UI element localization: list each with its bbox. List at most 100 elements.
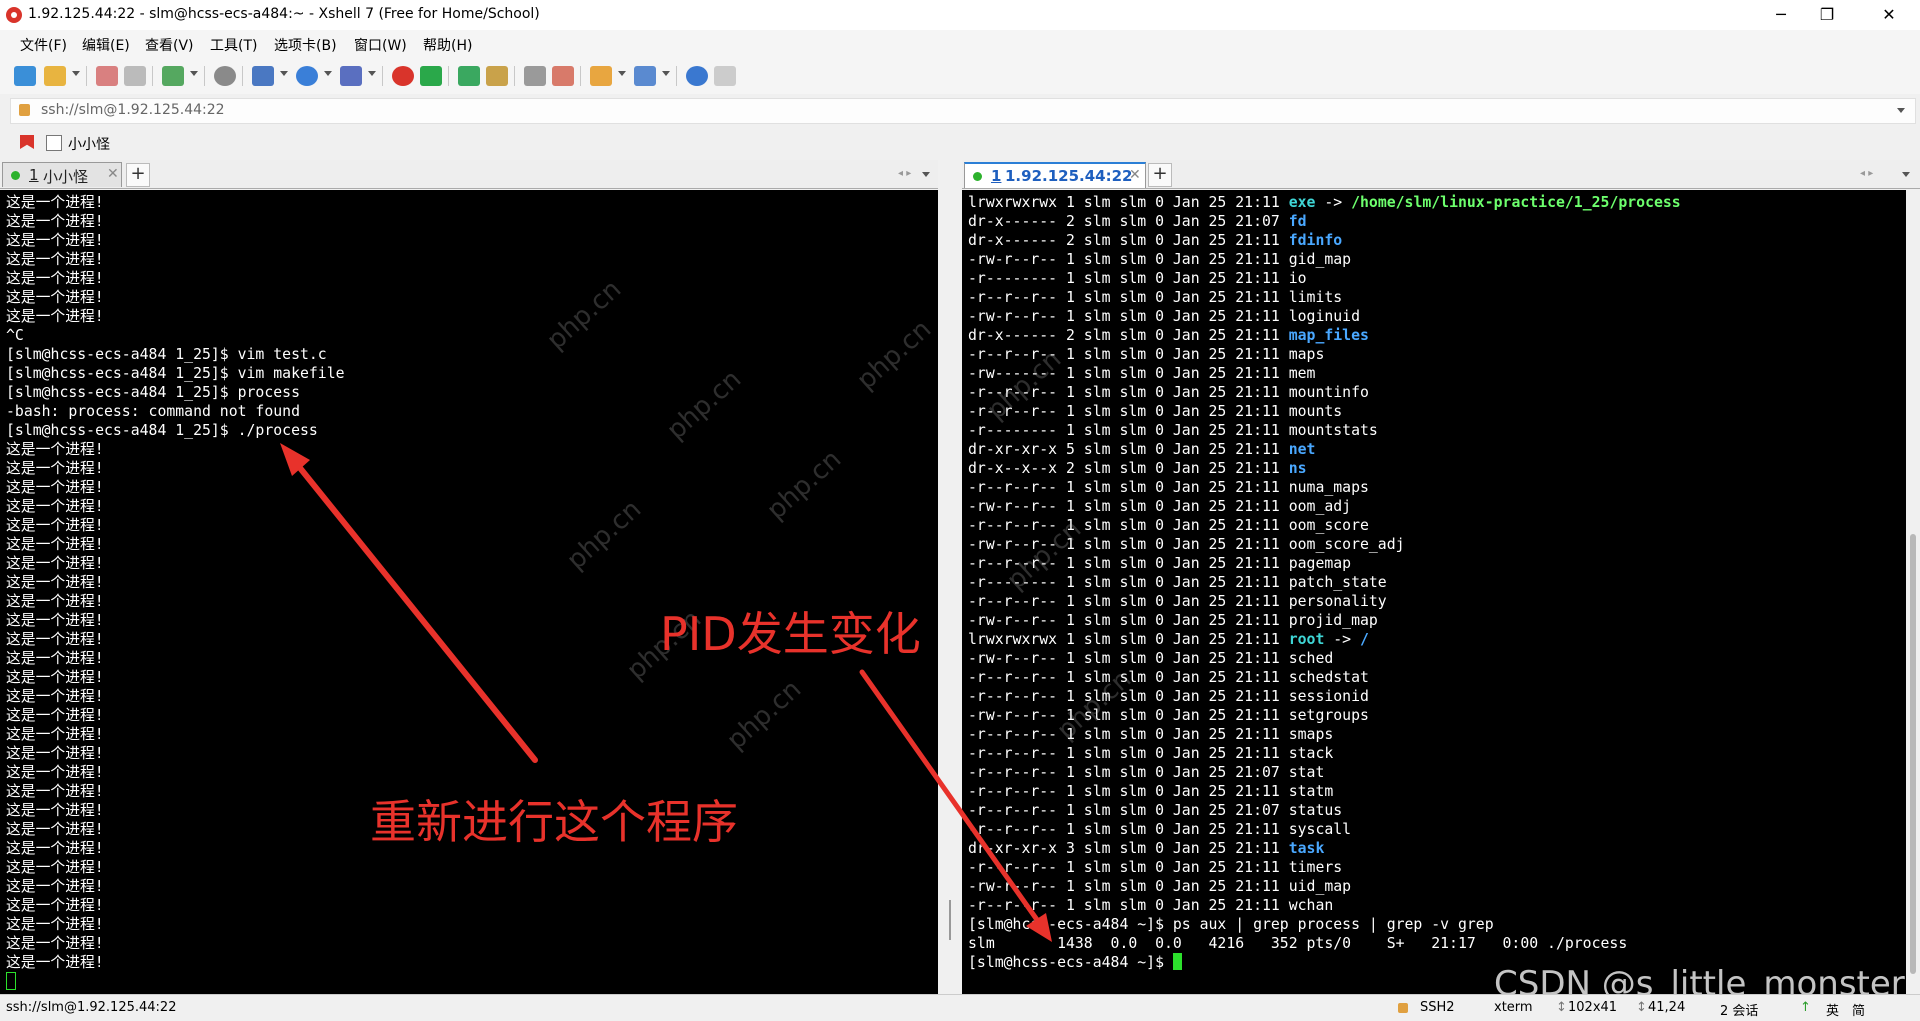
help-icon[interactable] [686,66,708,86]
window-title: 1.92.125.44:22 - slm@hcss-ecs-a484:~ - X… [28,6,540,22]
open-folder-icon[interactable] [44,66,66,86]
ls-entry-name: fdinfo [1288,232,1343,249]
lock-icon[interactable] [486,66,508,86]
ls-entry-meta: -r--r--r-- 1 slm slm 0 Jan 25 21:11 [968,897,1289,914]
tile-windows-icon[interactable] [634,66,656,86]
terminal-line: 这是一个进程! [6,954,104,971]
menu-window[interactable]: 窗口(W) [354,35,407,55]
menu-edit[interactable]: 编辑(E) [82,35,130,55]
ls-entry-meta: -r--r--r-- 1 slm slm 0 Jan 25 21:11 [968,821,1289,838]
maximize-button[interactable]: ❐ [1804,0,1850,30]
quick-session-label[interactable]: 小小怪 [68,134,110,154]
link-target: /home/slm/linux-practice/1_25/process [1351,194,1681,211]
menu-tabs[interactable]: 选项卡(B) [274,35,337,55]
chat-icon[interactable] [714,66,736,86]
terminal-line: [slm@hcss-ecs-a484 1_25]$ vim test.c [6,346,327,363]
highlight-icon[interactable] [552,66,574,86]
xshell-icon[interactable] [392,66,414,86]
annotation-pid-changed: PID发生变化 [660,607,921,661]
globe-icon[interactable] [296,66,318,86]
keyboard-icon[interactable] [524,66,546,86]
tab-session-1[interactable]: 1 小小怪 ✕ [2,162,122,187]
menu-tools[interactable]: 工具(T) [210,35,257,55]
terminal-line: 这是一个进程! [6,935,104,952]
scrollbar-thumb[interactable] [1910,534,1916,974]
chevron-down-icon[interactable] [190,71,198,76]
chevron-down-icon[interactable] [324,71,332,76]
ls-entry-name: limits [1288,289,1343,306]
disconnect-icon[interactable] [96,66,118,86]
status-ime[interactable]: 英 [1826,1000,1839,1019]
status-terminal-type: xterm [1494,1000,1533,1015]
menu-view[interactable]: 查看(V) [145,35,194,55]
toolbar-separator [152,66,153,86]
ls-entry-name: uid_map [1288,878,1352,895]
ls-entry-name: sessionid [1288,688,1369,705]
ls-entry-meta: -r--r--r-- 1 slm slm 0 Jan 25 21:11 [968,517,1289,534]
font-icon[interactable] [340,66,362,86]
status-ime-mode[interactable]: 简 [1852,1000,1865,1019]
status-cursor: 41,24 [1648,1000,1686,1015]
chevron-down-icon[interactable] [280,71,288,76]
chevron-down-icon[interactable] [1902,172,1910,177]
lock-icon [19,104,30,116]
ls-entry-name: exe [1288,194,1316,211]
ls-entry-name: fd [1288,213,1307,230]
xftp-icon[interactable] [420,66,442,86]
tab-close-button[interactable]: ✕ [107,166,119,182]
terminal-line: 这是一个进程! [6,194,104,211]
add-tab-icon[interactable] [590,66,612,86]
chevron-down-icon[interactable] [662,71,670,76]
tab-session-2[interactable]: 1 1.92.125.44:22 ✕ [964,162,1146,188]
ls-entry-name: ns [1288,460,1307,477]
pane-splitter[interactable] [938,160,962,994]
terminal-line: 这是一个进程! [6,612,104,629]
xshell-app-icon [6,7,22,23]
minimize-button[interactable]: ─ [1758,0,1804,30]
transfer-icon[interactable] [162,66,184,86]
toolbar-separator [676,66,677,86]
terminal-line: 这是一个进程! [6,270,104,287]
add-tab-button[interactable]: + [1148,163,1172,187]
chevron-down-icon[interactable] [72,71,80,76]
ls-entry-meta: dr-x------ 2 slm slm 0 Jan 25 21:11 [968,232,1289,249]
chevron-down-icon[interactable] [922,172,930,177]
left-terminal[interactable]: 这是一个进程! 这是一个进程! 这是一个进程! 这是一个进程! 这是一个进程! … [0,190,938,994]
menu-file[interactable]: 文件(F) [20,35,67,55]
terminal-line: 这是一个进程! [6,460,104,477]
terminal-line: 这是一个进程! [6,251,104,268]
tab-close-button[interactable]: ✕ [1129,167,1141,183]
search-icon[interactable] [214,66,236,86]
toolbar-separator [448,66,449,86]
address-input[interactable]: ssh://slm@1.92.125.44:22 [41,102,225,118]
ls-entry-meta: -r-------- 1 slm slm 0 Jan 25 21:11 [968,270,1289,287]
chevron-down-icon[interactable] [1897,108,1905,113]
tab-scroll-arrows[interactable]: ◂ ▸ [898,168,911,179]
ls-entry-name: schedstat [1288,669,1369,686]
ls-entry-meta: -r--r--r-- 1 slm slm 0 Jan 25 21:11 [968,726,1289,743]
close-window-button[interactable]: ✕ [1866,0,1912,30]
right-terminal[interactable]: lrwxrwxrwx 1 slm slm 0 Jan 25 21:11 exe … [962,190,1906,994]
terminal-line: 这是一个进程! [6,555,104,572]
address-bar[interactable]: ssh://slm@1.92.125.44:22 [10,98,1916,124]
tab-scroll-arrows[interactable]: ◂ ▸ [1860,168,1873,179]
bookmark-icon[interactable] [20,135,34,149]
reconnect-icon[interactable] [124,66,146,86]
left-terminal-output: 这是一个进程! 这是一个进程! 这是一个进程! 这是一个进程! 这是一个进程! … [6,193,345,992]
right-scrollbar[interactable] [1906,190,1920,994]
new-session-icon[interactable] [14,66,36,86]
chevron-down-icon[interactable] [618,71,626,76]
link-target: / [1360,631,1369,648]
ls-entry-name: io [1288,270,1307,287]
toolbar-separator [204,66,205,86]
ls-entry-name: task [1288,840,1325,857]
layout-icon[interactable] [252,66,274,86]
menu-help[interactable]: 帮助(H) [423,35,472,55]
ls-entry-name: mountstats [1288,422,1378,439]
ls-entry-name: projid_map [1288,612,1378,629]
add-tab-button[interactable]: + [126,163,150,187]
chevron-down-icon[interactable] [368,71,376,76]
command-line: [slm@hcss-ecs-a484 ~]$ ps aux | grep pro… [968,916,1494,933]
fullscreen-icon[interactable] [458,66,480,86]
ls-entry-name: gid_map [1288,251,1352,268]
